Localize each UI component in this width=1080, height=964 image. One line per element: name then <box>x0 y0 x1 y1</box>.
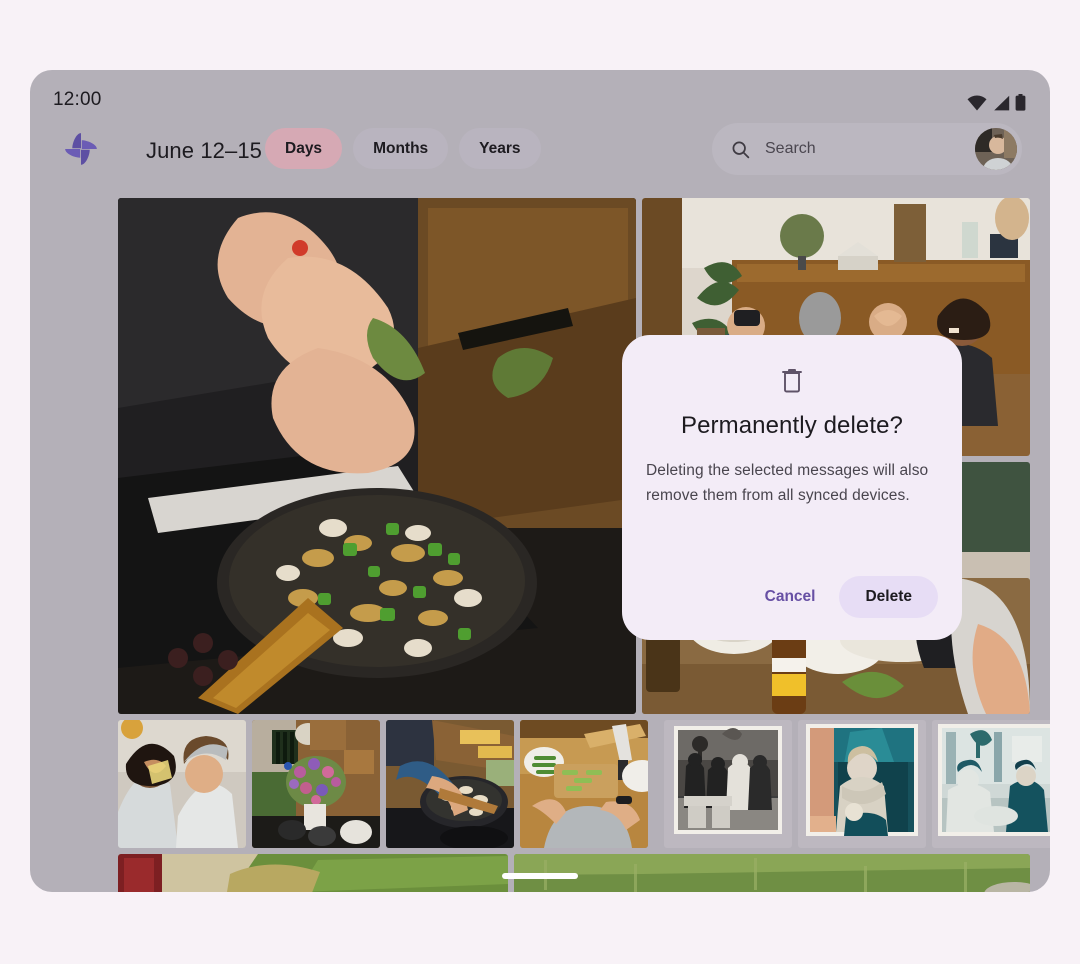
photo-pan-cooking[interactable] <box>386 720 514 848</box>
view-mode-chip-group: Days Months Years <box>265 128 541 169</box>
photo-cutting-board-cucumber[interactable] <box>520 720 648 848</box>
photo-cooking-herbs-mushrooms[interactable] <box>118 198 636 714</box>
photo-field-grass-right[interactable] <box>514 854 1030 892</box>
status-bar-clock: 12:00 <box>53 89 102 110</box>
dialog-title: Permanently delete? <box>680 412 904 439</box>
photo-vintage-portrait-teal[interactable] <box>798 720 926 848</box>
chip-days-label: Days <box>285 139 323 157</box>
battery-icon <box>1015 94 1026 111</box>
dialog-body-text: Deleting the selected messages will also… <box>646 462 929 504</box>
photo-vintage-group-bw[interactable] <box>664 720 792 848</box>
photo-flowers-table[interactable] <box>252 720 380 848</box>
chip-years-label: Years <box>479 139 521 157</box>
chip-days[interactable]: Days <box>265 128 343 169</box>
wifi-icon <box>967 95 987 111</box>
cancel-button[interactable]: Cancel <box>751 578 830 616</box>
google-photos-pinwheel-logo[interactable] <box>62 130 100 168</box>
trash-can-icon <box>782 369 802 393</box>
cellular-signal-icon <box>994 95 1010 111</box>
chip-months[interactable]: Months <box>353 128 449 169</box>
photo-vintage-living-room[interactable] <box>932 720 1050 848</box>
avatar[interactable] <box>975 128 1017 170</box>
photo-field-grass-left[interactable] <box>118 854 508 892</box>
search-bar[interactable] <box>712 123 1022 175</box>
dialog-action-row: Cancel Delete <box>751 576 938 618</box>
status-bar: 12:00 <box>30 70 1050 116</box>
photo-couple-drinking[interactable] <box>118 720 246 848</box>
search-icon <box>732 141 750 158</box>
status-bar-icons <box>967 91 1026 111</box>
home-indicator-bar[interactable] <box>502 873 578 879</box>
app-bar: June 12–15 Days Months Years <box>30 116 1050 192</box>
tablet-device-frame: 12:00 June 12–15 Days Months Years Searc… <box>30 70 1050 892</box>
chip-months-label: Months <box>373 139 429 157</box>
delete-button[interactable]: Delete <box>839 576 938 618</box>
chip-years[interactable]: Years <box>459 128 541 169</box>
search-input[interactable] <box>765 140 975 158</box>
permanently-delete-dialog: Permanently delete? Deleting the selecte… <box>622 335 962 640</box>
date-range-label: June 12–15 <box>146 138 262 163</box>
